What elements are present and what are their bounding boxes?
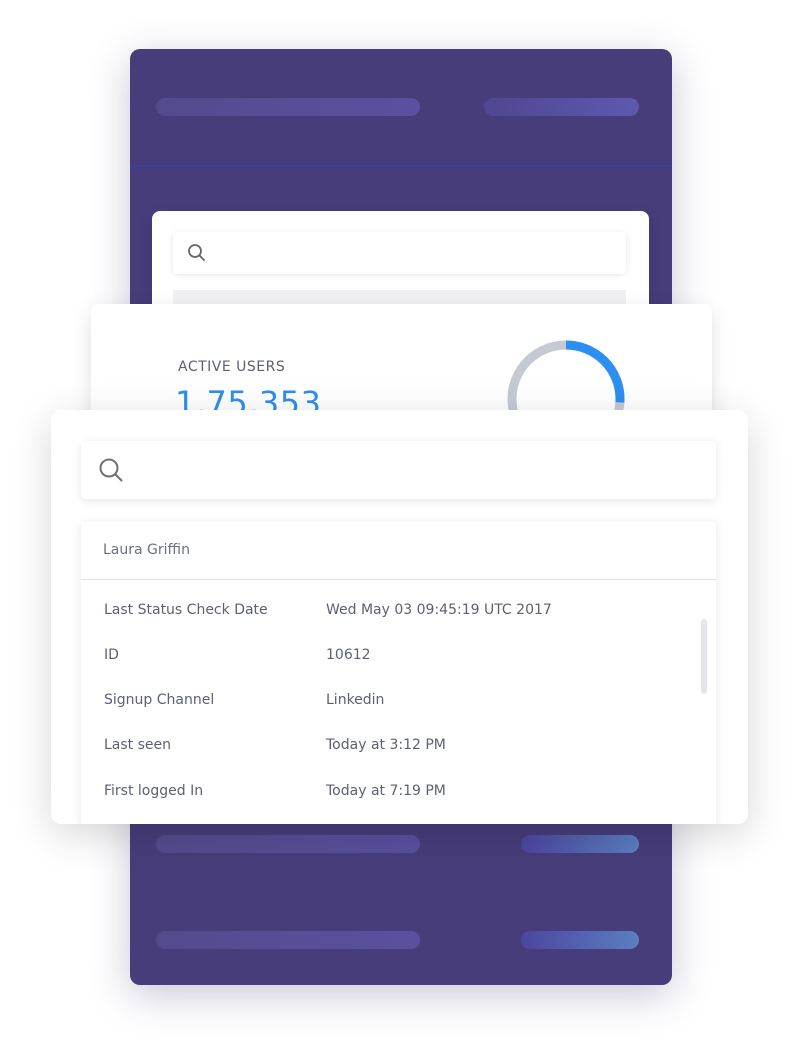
field-key: Last seen: [104, 737, 172, 753]
field-row: ID 10612: [81, 634, 716, 678]
header-divider: [130, 165, 672, 167]
placeholder-bar: [156, 98, 420, 116]
placeholder-bar: [521, 835, 639, 853]
user-detail-card: Laura Griffin Last Status Check Date Wed…: [51, 410, 748, 824]
search-input[interactable]: [141, 453, 705, 489]
field-row: Last Status Check Date Wed May 03 09:45:…: [81, 589, 716, 633]
field-key: Last Status Check Date: [104, 602, 268, 618]
field-value: Wed May 03 09:45:19 UTC 2017: [326, 602, 552, 618]
field-row: First logged In Today at 7:19 PM: [81, 770, 716, 814]
field-value: Today at 3:12 PM: [326, 737, 446, 753]
field-key: Signup Channel: [104, 692, 215, 708]
field-value: Linkedin: [326, 692, 385, 708]
placeholder-bar: [484, 98, 639, 116]
scrollbar[interactable]: [701, 619, 707, 694]
placeholder-bar: [156, 931, 420, 949]
user-detail-panel: Laura Griffin Last Status Check Date Wed…: [81, 522, 716, 824]
field-key: First logged In: [104, 783, 204, 799]
field-key: ID: [104, 647, 119, 663]
placeholder-bar: [521, 931, 639, 949]
user-name: Laura Griffin: [103, 542, 190, 558]
field-value: 10612: [326, 647, 371, 663]
search-icon: [98, 457, 124, 487]
back-search-input[interactable]: [173, 232, 626, 274]
search-bar[interactable]: [81, 441, 716, 499]
field-row: Last seen Today at 3:12 PM: [81, 724, 716, 768]
user-detail-header: Laura Griffin: [81, 522, 716, 580]
active-users-label: ACTIVE USERS: [178, 359, 286, 375]
placeholder-bar: [156, 835, 420, 853]
field-value: Today at 7:19 PM: [326, 783, 446, 799]
search-icon: [187, 243, 207, 267]
field-row: Signup Channel Linkedin: [81, 679, 716, 723]
